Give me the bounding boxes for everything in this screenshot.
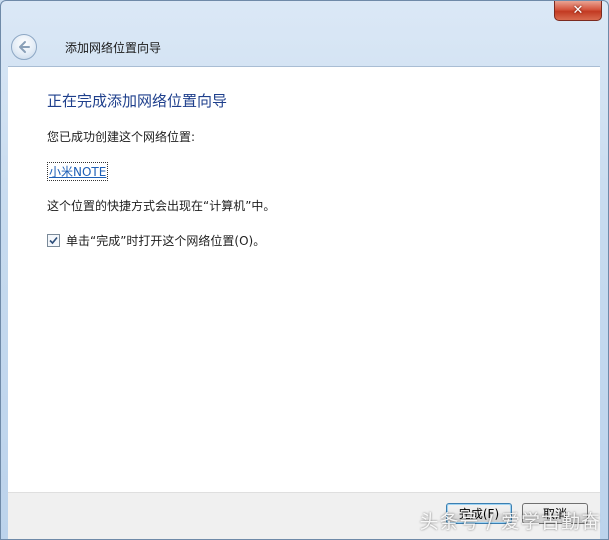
open-location-checkbox[interactable] bbox=[47, 234, 60, 247]
back-button[interactable] bbox=[11, 34, 37, 60]
shortcut-info-text: 这个位置的快捷方式会出现在“计算机”中。 bbox=[47, 199, 276, 213]
page-heading: 正在完成添加网络位置向导 bbox=[47, 92, 228, 110]
wizard-window: ✕ 添加网络位置向导 正在完成添加网络位置向导 您已成功创建这个网络位置: 小米… bbox=[0, 0, 609, 540]
network-location-link[interactable]: 小米NOTE bbox=[47, 162, 109, 181]
wizard-title: 添加网络位置向导 bbox=[65, 41, 162, 55]
watermark-text: 头条号 / 爱学古勤奋 bbox=[419, 511, 601, 533]
open-location-option[interactable]: 单击“完成”时打开这个网络位置(O)。 bbox=[47, 232, 265, 249]
success-text: 您已成功创建这个网络位置: bbox=[47, 130, 196, 144]
wizard-header: 添加网络位置向导 bbox=[1, 25, 608, 65]
checkmark-icon bbox=[49, 236, 58, 245]
back-arrow-icon bbox=[19, 41, 30, 53]
close-icon: ✕ bbox=[572, 3, 584, 18]
open-location-label: 单击“完成”时打开这个网络位置(O)。 bbox=[66, 234, 266, 248]
close-button[interactable]: ✕ bbox=[554, 1, 602, 21]
wizard-content: 正在完成添加网络位置向导 您已成功创建这个网络位置: 小米NOTE 这个位置的快… bbox=[8, 66, 600, 492]
